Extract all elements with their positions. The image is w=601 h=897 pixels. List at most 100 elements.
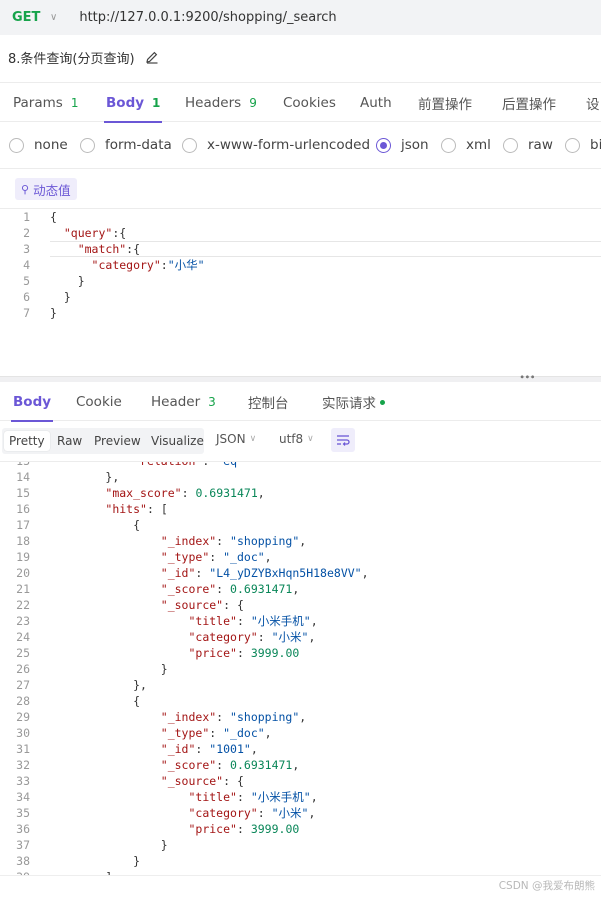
line-number: 28	[16, 694, 30, 708]
line-number: 15	[16, 486, 30, 500]
tab-cookies[interactable]: Cookies	[283, 83, 336, 122]
code-line: 14 },	[0, 469, 601, 485]
code-text: "query":{	[63, 226, 127, 240]
code-line: 3 "match":{	[0, 241, 601, 257]
chevron-down-icon: ∨	[307, 434, 314, 444]
panel-splitter[interactable]	[0, 376, 601, 382]
response-body-viewer[interactable]: 13 "relation": "eq" 14 }, 15 "max_score": …	[0, 461, 601, 875]
code-text: "title": "小米手机",	[188, 614, 318, 628]
status-dot-icon	[380, 399, 385, 405]
line-number: 38	[16, 854, 30, 868]
code-text: "match":{	[77, 242, 141, 256]
radio-xml[interactable]: xml	[441, 130, 491, 160]
code-line: 34 "title": "小米手机",	[0, 789, 601, 805]
code-line: 37 }	[0, 837, 601, 853]
tab-response-body[interactable]: Body	[10, 383, 54, 422]
code-line: 1{	[0, 209, 601, 225]
radio-circle	[565, 137, 580, 153]
view-visualize-button[interactable]: Visualize	[146, 431, 209, 451]
tab-post-request[interactable]: 后置操作	[502, 83, 556, 122]
word-wrap-button[interactable]	[331, 428, 355, 452]
tab-auth[interactable]: Auth	[360, 83, 392, 122]
request-title: 8.条件查询(分页查询)	[8, 47, 159, 67]
tab-params[interactable]: Params 1	[13, 83, 78, 122]
line-number: 16	[16, 502, 30, 516]
url-bar: GET ∨ http://127.0.0.1:9200/shopping/_se…	[0, 0, 601, 35]
code-line: 27 },	[0, 677, 601, 693]
line-number: 36	[16, 822, 30, 836]
dynamic-value-button[interactable]: ⚲ 动态值	[15, 178, 77, 200]
watermark: CSDN @我爱布朗熊	[498, 880, 595, 892]
format-select[interactable]: JSON ∨	[216, 432, 256, 446]
tab-settings[interactable]: 设	[586, 83, 600, 122]
tab-response-cookie[interactable]: Cookie	[76, 383, 122, 421]
request-tabs: Params 1 Body 1 Headers 9 Cookies Auth 前置操作…	[0, 82, 601, 123]
code-text: "relation": "eq"	[133, 461, 244, 468]
line-number: 33	[16, 774, 30, 788]
code-text: "category": "小米",	[188, 806, 316, 820]
code-line: 15 "max_score": 0.6931471,	[0, 485, 601, 501]
code-text: }	[133, 854, 141, 868]
tab-headers[interactable]: Headers 9	[185, 83, 257, 122]
radio-circle	[9, 137, 24, 153]
magic-wand-icon: ⚲	[21, 182, 30, 196]
tab-body[interactable]: Body 1	[103, 83, 163, 123]
line-number: 34	[16, 790, 30, 804]
radio-circle-checked	[376, 137, 391, 153]
tab-response-header[interactable]: Header 3	[151, 383, 216, 421]
url-input[interactable]: http://127.0.0.1:9200/shopping/_search	[79, 10, 336, 25]
code-text: "max_score": 0.6931471,	[105, 486, 265, 500]
drag-handle-icon[interactable]: ∙∙∙	[519, 373, 536, 383]
code-text: "title": "小米手机",	[188, 790, 318, 804]
request-body-editor[interactable]: 1{2 "query":{3 "match":{4 "category":"小华…	[0, 209, 601, 375]
request-title-text[interactable]: 8.条件查询(分页查询)	[8, 48, 135, 67]
code-text: "_source": {	[160, 598, 244, 612]
line-number: 5	[23, 274, 30, 288]
encoding-select[interactable]: utf8 ∨	[279, 432, 314, 446]
radio-none[interactable]: none	[9, 130, 68, 160]
radio-json[interactable]: json	[376, 130, 429, 160]
line-number: 35	[16, 806, 30, 820]
code-text: },	[133, 678, 147, 692]
code-text: }	[50, 306, 57, 320]
code-text: {	[50, 210, 57, 224]
tab-pre-request[interactable]: 前置操作	[418, 83, 472, 122]
code-text: {	[133, 694, 141, 708]
line-number: 23	[16, 614, 30, 628]
chevron-down-icon[interactable]: ∨	[50, 12, 57, 23]
view-raw-button[interactable]: Raw	[52, 431, 87, 451]
code-text: "price": 3999.00	[188, 822, 300, 836]
code-line: 25 "price": 3999.00	[0, 645, 601, 661]
line-number: 19	[16, 550, 30, 564]
radio-form-data[interactable]: form-data	[80, 130, 172, 160]
line-number: 6	[23, 290, 30, 304]
code-text: }	[63, 290, 71, 304]
code-text: "_index": "shopping",	[160, 710, 307, 724]
radio-binary[interactable]: bi	[565, 130, 601, 160]
radio-x-www-form-urlencoded[interactable]: x-www-form-urlencoded	[182, 130, 370, 160]
line-number: 21	[16, 582, 30, 596]
edit-icon[interactable]	[145, 50, 159, 64]
tab-console[interactable]: 控制台	[248, 383, 289, 421]
radio-circle	[182, 137, 197, 153]
code-text: "price": 3999.00	[188, 646, 300, 660]
radio-raw[interactable]: raw	[503, 130, 553, 160]
view-preview-button[interactable]: Preview	[89, 431, 146, 451]
method-select[interactable]: GET	[12, 10, 42, 25]
view-pretty-button[interactable]: Pretty	[4, 431, 50, 451]
code-text: }	[160, 662, 168, 676]
code-line: 13 "relation": "eq"	[0, 461, 601, 469]
code-line: 26 }	[0, 661, 601, 677]
line-number: 24	[16, 630, 30, 644]
line-number: 17	[16, 518, 30, 532]
tab-actual-request[interactable]: 实际请求	[322, 383, 385, 421]
radio-circle	[441, 137, 456, 153]
code-line: 31 "_id": "1001",	[0, 741, 601, 757]
code-text: "_index": "shopping",	[160, 534, 307, 548]
line-number: 4	[23, 258, 30, 272]
code-line: 6 }	[0, 289, 601, 305]
line-number: 13	[16, 461, 30, 468]
line-number: 37	[16, 838, 30, 852]
code-line: 28 {	[0, 693, 601, 709]
code-line: 23 "title": "小米手机",	[0, 613, 601, 629]
